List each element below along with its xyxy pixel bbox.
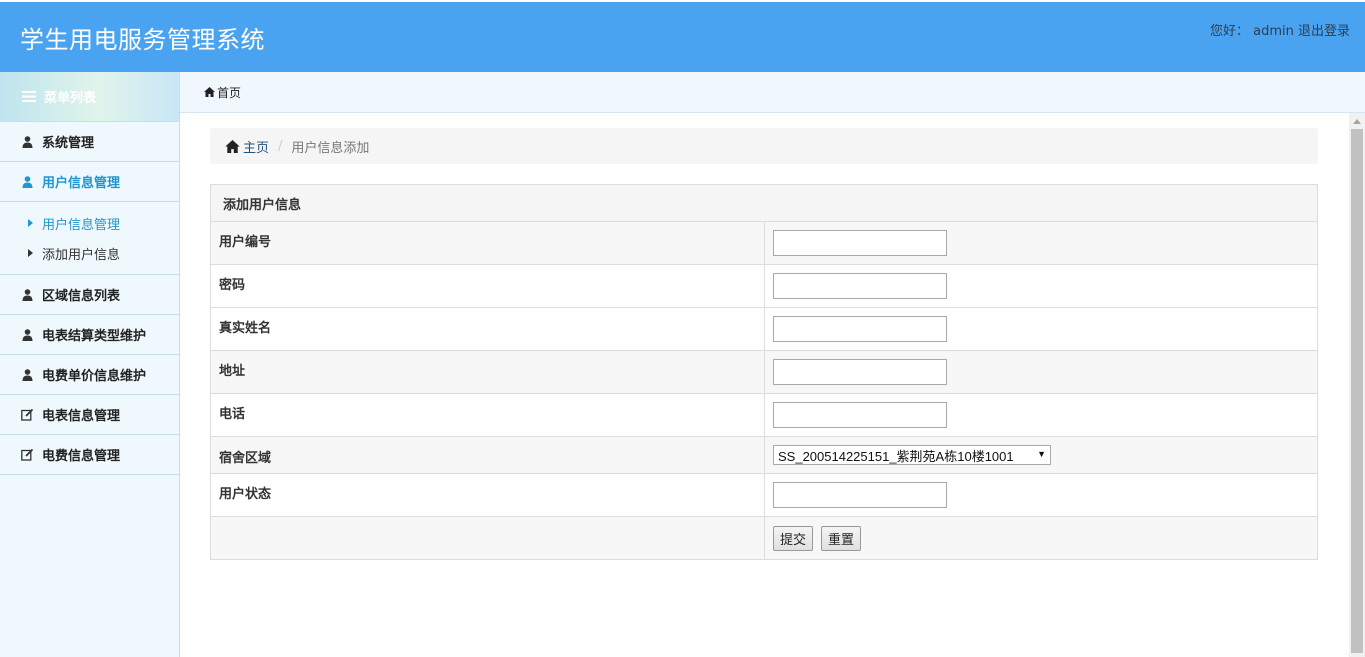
form-row-user-status: 用户状态 <box>211 474 1317 517</box>
form-row-dorm-region: 宿舍区域 SS_200514225151_紫荆苑A栋10楼1001 ▼ <box>211 437 1317 474</box>
real-name-input[interactable] <box>773 316 947 342</box>
phone-input[interactable] <box>773 402 947 428</box>
sidebar-item-label: 电费单价信息维护 <box>42 369 147 384</box>
dorm-region-select[interactable]: SS_200514225151_紫荆苑A栋10楼1001 ▼ <box>773 445 1051 465</box>
field-label: 密码 <box>211 265 765 307</box>
menu-header: 菜单列表 <box>0 72 179 122</box>
username: admin <box>1253 24 1294 39</box>
field-label: 用户编号 <box>211 222 765 264</box>
sidebar-item-unit-price[interactable]: 电费单价信息维护 <box>0 355 179 395</box>
sidebar-item-label: 电表信息管理 <box>42 409 121 424</box>
edit-icon <box>20 408 34 422</box>
field-label: 真实姓名 <box>211 308 765 350</box>
user-info: 您好： admin 退出登录 <box>1210 20 1350 39</box>
vertical-scrollbar[interactable] <box>1349 113 1365 657</box>
logout-link[interactable]: 退出登录 <box>1298 24 1350 39</box>
breadcrumb: 主页 / 用户信息添加 <box>210 128 1318 164</box>
password-input[interactable] <box>773 273 947 299</box>
sidebar-item-meter-settlement[interactable]: 电表结算类型维护 <box>0 315 179 355</box>
user-status-input[interactable] <box>773 482 947 508</box>
list-icon <box>22 91 36 102</box>
sidebar-item-label: 用户信息管理 <box>42 176 121 191</box>
breadcrumb-home-label: 主页 <box>243 140 270 156</box>
sidebar-item-label: 区域信息列表 <box>42 289 121 304</box>
tab-bar: 首页 <box>180 72 1365 113</box>
sidebar-item-label: 电费信息管理 <box>42 449 121 464</box>
sidebar-item-region[interactable]: 区域信息列表 <box>0 275 179 315</box>
reset-button[interactable]: 重置 <box>821 525 862 551</box>
form-row-phone: 电话 <box>211 394 1317 437</box>
user-icon <box>20 135 34 149</box>
submenu-item-user-list[interactable]: 用户信息管理 <box>0 208 179 238</box>
breadcrumb-separator: / <box>278 138 283 154</box>
breadcrumb-current: 用户信息添加 <box>291 140 370 156</box>
sidebar-item-meter-info[interactable]: 电表信息管理 <box>0 395 179 435</box>
scroll-thumb[interactable] <box>1351 129 1363 653</box>
home-icon <box>225 139 240 153</box>
sidebar-item-system[interactable]: 系统管理 <box>0 122 179 162</box>
caret-right-icon <box>28 249 33 257</box>
sidebar-item-label: 电表结算类型维护 <box>42 329 147 344</box>
main-content: 主页 / 用户信息添加 添加用户信息 用户编号 密码 真实姓名 地址 电话 宿舍… <box>180 113 1349 657</box>
submenu-item-label: 添加用户信息 <box>42 247 121 263</box>
dropdown-arrow-icon: ▼ <box>1037 449 1046 459</box>
address-input[interactable] <box>773 359 947 385</box>
sidebar-item-label: 系统管理 <box>42 136 95 151</box>
form-row-address: 地址 <box>211 351 1317 394</box>
submenu-item-label: 用户信息管理 <box>42 217 121 233</box>
sidebar-item-user-info[interactable]: 用户信息管理 <box>0 162 179 202</box>
submit-button[interactable]: 提交 <box>773 525 814 551</box>
field-label: 电话 <box>211 394 765 436</box>
field-label: 用户状态 <box>211 474 765 516</box>
field-label: 地址 <box>211 351 765 393</box>
user-icon <box>20 328 34 342</box>
greeting-text: 您好： <box>1209 24 1249 39</box>
select-value: SS_200514225151_紫荆苑A栋10楼1001 <box>778 448 1014 464</box>
empty-label <box>211 517 765 559</box>
home-icon <box>204 87 215 97</box>
user-icon <box>20 368 34 382</box>
form-row-actions: 提交 重置 <box>211 517 1317 559</box>
sidebar-submenu: 用户信息管理 添加用户信息 <box>0 202 179 275</box>
app-header: 学生用电服务管理系统 您好： admin 退出登录 <box>0 0 1365 72</box>
user-icon <box>20 175 34 189</box>
form-row-user-id: 用户编号 <box>211 222 1317 265</box>
menu-title: 菜单列表 <box>44 91 97 106</box>
sidebar: 菜单列表 系统管理 用户信息管理 用户信息管理 添加用户信息 区域信息列表 电表… <box>0 72 180 657</box>
user-id-input[interactable] <box>773 230 947 256</box>
edit-icon <box>20 448 34 462</box>
scroll-up-icon[interactable] <box>1353 119 1361 124</box>
field-label: 宿舍区域 <box>211 437 765 473</box>
user-icon <box>20 288 34 302</box>
app-title: 学生用电服务管理系统 <box>20 26 265 54</box>
breadcrumb-home-link[interactable]: 主页 <box>225 137 269 156</box>
form-row-password: 密码 <box>211 265 1317 308</box>
caret-right-icon <box>28 219 33 227</box>
sidebar-item-fee-info[interactable]: 电费信息管理 <box>0 435 179 475</box>
form-row-real-name: 真实姓名 <box>211 308 1317 351</box>
add-user-form: 添加用户信息 用户编号 密码 真实姓名 地址 电话 宿舍区域 SS_200514… <box>210 184 1318 560</box>
form-title: 添加用户信息 <box>211 185 1317 222</box>
submenu-item-add-user[interactable]: 添加用户信息 <box>0 238 179 268</box>
tab-home[interactable]: 首页 <box>217 84 241 101</box>
